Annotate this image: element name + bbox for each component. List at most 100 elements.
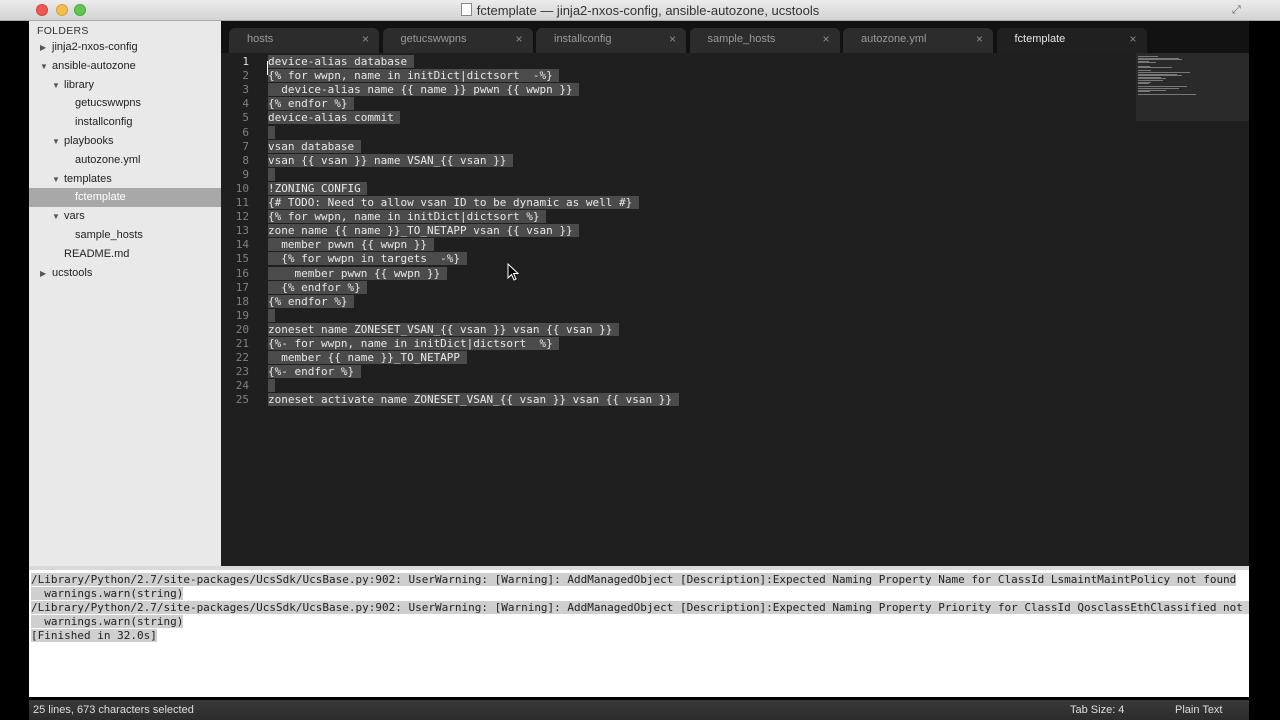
minimap-line [1138,83,1150,85]
sidebar-item-label: vars [64,210,85,223]
close-icon[interactable]: × [669,28,676,50]
code-line[interactable] [268,308,275,323]
line-number: 11 [235,196,249,209]
sidebar-file[interactable]: fctemplate [29,188,221,208]
sidebar-item-label: jinja2-nxos-config [52,41,138,53]
selection-status: 25 lines, 673 characters selected [33,704,194,716]
output-text: warnings.warn(string) [31,615,184,629]
tab-installconfig[interactable]: installconfig × [536,28,686,53]
code-line[interactable]: device-alias commit [268,111,401,125]
code-line[interactable]: {% endfor %} [268,294,355,309]
code-line[interactable]: member {{ name }}_TO_NETAPP [268,351,467,365]
sidebar-folder[interactable]: ▼ library [29,76,221,95]
sidebar-item-label: playbooks [64,135,114,147]
code-line[interactable]: device-alias name {{ name }} pwwn {{ wwp… [268,83,580,97]
title-bar: fctemplate — jinja2-nxos-config, ansible… [0,0,1280,21]
code-line[interactable]: {% for wwpn in targets -%} [268,252,467,266]
code-line[interactable]: {%- endfor %} [268,365,361,379]
sidebar-folder[interactable]: ▼ ansible-autozone [29,57,221,76]
selected-text: {% for wwpn, name in initDict|dictsort -… [268,69,560,83]
code-line[interactable]: zoneset activate name ZONESET_VSAN_{{ vs… [268,393,679,407]
sidebar-item-label: autozone.yml [75,153,141,166]
close-icon[interactable]: × [822,28,829,50]
sidebar-folder[interactable]: ▼ vars [29,207,221,226]
code-line[interactable]: {# TODO: Need to allow vsan ID to be dyn… [268,196,639,210]
triangle-down-icon[interactable]: ▼ [52,207,60,226]
editor[interactable]: 1 device-alias database 2 {% for wwpn, nam… [221,53,1249,566]
tab-label: installconfig [554,33,612,45]
code-line[interactable]: {% endfor %} [268,97,355,111]
tab-size-selector[interactable]: Tab Size: 4 [1070,700,1124,720]
build-output-panel[interactable]: /Library/Python/2.7/site-packages/UcsSdk… [29,566,1249,697]
code-line[interactable]: member pwwn {{ wwpn }} [268,266,447,281]
line-number: 21 [235,337,249,350]
sidebar-file[interactable]: autozone.yml [29,151,221,170]
selected-text: member {{ name }}_TO_NETAPP [268,351,467,365]
sidebar-item-label: templates [64,172,112,185]
selected-text: zone name {{ name }}_TO_NETAPP vsan {{ v… [268,224,580,238]
close-icon[interactable]: × [976,28,983,50]
sidebar-folder[interactable]: ▶ ucstools [29,264,221,283]
selected-text: device-alias commit [268,111,401,125]
selected-text: {# TODO: Need to allow vsan ID to be dyn… [268,196,639,209]
syntax-selector[interactable]: Plain Text [1175,700,1223,720]
minimap-line [1138,62,1157,64]
line-number: 9 [242,167,249,181]
tab-hosts[interactable]: hosts × [229,28,379,53]
tab-autozone-yml[interactable]: autozone.yml × [843,28,993,53]
code-line[interactable]: zoneset name ZONESET_VSAN_{{ vsan }} vsa… [268,322,619,337]
minimap[interactable] [1136,53,1249,121]
line-number: 13 [235,224,249,238]
code-line[interactable]: {% for wwpn, name in initDict|dictsort %… [268,210,547,224]
triangle-down-icon[interactable]: ▼ [52,170,60,189]
sidebar-file[interactable]: getucswwpns [29,94,221,113]
code-line[interactable]: vsan {{ vsan }} name VSAN_{{ vsan }} [268,153,514,168]
line-number: 4 [242,97,249,111]
code-line[interactable]: !ZONING CONFIG [268,181,368,196]
close-icon[interactable]: × [1129,28,1136,50]
tab-fctemplate[interactable]: fctemplate × [996,28,1147,53]
triangle-down-icon[interactable]: ▼ [40,57,48,76]
code-line[interactable]: member pwwn {{ wwpn }} [268,238,434,252]
fullscreen-icon[interactable]: ⤢ [1232,4,1244,16]
code-line[interactable]: zone name {{ name }}_TO_NETAPP vsan {{ v… [268,224,580,238]
code-line[interactable]: {%- for wwpn, name in initDict|dictsort … [268,337,560,351]
selected-text [268,308,275,322]
code-line[interactable]: device-alias database [268,55,414,69]
sidebar-item-label: installconfig [75,116,133,129]
close-icon[interactable]: × [362,28,369,50]
sidebar-file[interactable]: sample_hosts [29,226,221,245]
triangle-down-icon[interactable]: ▼ [52,76,60,95]
close-icon[interactable]: × [515,28,522,50]
selected-text: member pwwn {{ wwpn }} [268,266,447,280]
code-line[interactable] [268,379,275,393]
code-line[interactable]: {% endfor %} [268,280,368,295]
sidebar-folder[interactable]: ▼ playbooks [29,132,221,151]
line-number: 2 [242,69,249,83]
triangle-right-icon[interactable]: ▶ [40,264,46,283]
output-line: warnings.warn(string) [31,615,184,629]
code-line[interactable] [268,167,275,182]
triangle-down-icon[interactable]: ▼ [52,132,60,151]
sidebar-file[interactable]: README.md [29,245,221,264]
selected-text: vsan database [268,139,361,153]
code-line[interactable] [268,125,275,140]
output-line: /Library/Python/2.7/site-packages/UcsSdk… [31,601,1249,615]
sidebar-folder[interactable]: ▼ templates [29,170,221,189]
triangle-right-icon[interactable]: ▶ [40,38,46,57]
code-line[interactable]: {% for wwpn, name in initDict|dictsort -… [268,69,560,83]
sidebar-folder[interactable]: ▶ jinja2-nxos-config [29,38,221,57]
tab-sample-hosts[interactable]: sample_hosts × [689,28,840,53]
selected-text: {% endfor %} [268,97,355,111]
line-number: 17 [235,280,249,294]
selected-text: {% for wwpn, name in initDict|dictsort %… [268,210,547,224]
sidebar-file[interactable]: installconfig [29,113,221,132]
mouse-pointer-icon [507,263,519,281]
tab-label: getucswwpns [400,33,467,45]
window-title: fctemplate — jinja2-nxos-config, ansible… [476,3,820,18]
tab-getucswwpns[interactable]: getucswwpns × [382,28,533,53]
minimap-line [1138,94,1196,96]
line-number: 22 [235,351,249,365]
code-line[interactable]: vsan database [268,139,361,154]
selected-text: device-alias database [268,55,414,68]
